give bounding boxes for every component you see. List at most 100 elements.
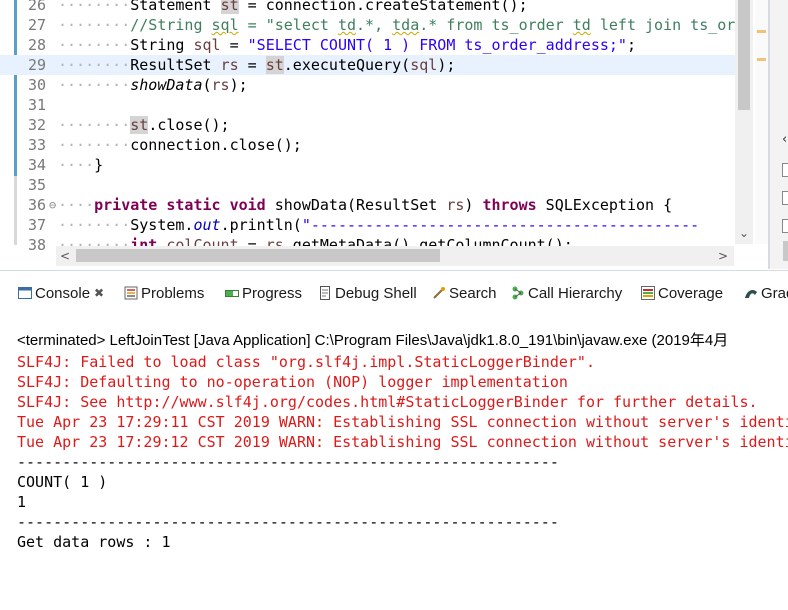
code-token: rs (446, 196, 465, 214)
whitespace-marker: ········ (58, 0, 131, 14)
code-token: = "select (238, 16, 338, 34)
code-line[interactable]: 30 ········showData(rs); (0, 75, 735, 95)
call-hierarchy-icon (511, 286, 525, 300)
line-number: 28 (27, 36, 46, 54)
code-line[interactable]: 32 ········st.close(); (0, 115, 735, 135)
tab-problems[interactable]: Problems (124, 282, 204, 304)
code-token: .close(); (148, 116, 230, 134)
code-line[interactable]: 27 ········//String sql = "select td.*, t… (0, 15, 744, 35)
code-token: ; (626, 36, 636, 54)
tab-debug-shell[interactable]: Debug Shell (318, 282, 417, 304)
tab-label: Console (35, 284, 91, 302)
tab-label: Progress (242, 284, 303, 302)
whitespace-marker: ········ (58, 16, 131, 34)
code-text: ········String sql = "SELECT COUNT( 1 ) … (58, 35, 636, 55)
code-token: st (220, 0, 239, 14)
code-text: ····} (58, 155, 103, 175)
console-error-line[interactable]: SLF4J: Failed to load class "org.slf4j.i… (17, 352, 595, 372)
fold-toggle-icon[interactable]: ⊖ (49, 198, 56, 212)
gradle-icon (744, 286, 758, 300)
console-error-line[interactable]: Tue Apr 23 17:29:12 CST 2019 WARN: Estab… (17, 432, 788, 452)
code-token: .* from ts_order (419, 16, 573, 34)
code-token: st (130, 116, 149, 134)
code-line[interactable]: 33 ········connection.close(); (0, 135, 735, 155)
code-token: left join ts_ord (590, 16, 745, 34)
code-token: st (265, 56, 284, 74)
line-number: 27 (27, 16, 46, 34)
code-token: ( (202, 76, 212, 94)
code-token: sql (211, 16, 239, 34)
code-text: ········System.out.println("------------… (58, 215, 699, 235)
code-token: Statement (130, 0, 221, 14)
whitespace-marker: ········ (58, 216, 131, 234)
code-line[interactable]: 34 ····} (0, 155, 735, 175)
code-editor[interactable]: 26 ········Statement st = connection.crea… (0, 0, 769, 269)
code-line[interactable]: 37 ········System.out.println("----------… (0, 215, 735, 235)
line-number: 32 (27, 116, 46, 134)
code-line[interactable]: 31 (0, 95, 735, 115)
tab-console[interactable]: Console ✖ (18, 282, 104, 304)
console-output-line[interactable]: Get data rows : 1 (17, 532, 171, 552)
tab-label: Problems (141, 284, 205, 302)
chevron-left-icon[interactable]: ‹ (782, 132, 787, 147)
checkbox[interactable] (782, 163, 788, 177)
console-output-line[interactable]: COUNT( 1 ) (17, 472, 107, 492)
close-icon[interactable]: ✖ (94, 286, 104, 300)
tab-coverage[interactable]: Coverage (641, 282, 723, 304)
whitespace-marker: ········ (58, 76, 131, 94)
code-token: = (220, 36, 248, 54)
whitespace-marker: ········ (58, 56, 131, 74)
code-token: ) (464, 196, 483, 214)
console-error-line[interactable]: SLF4J: See http://www.slf4j.org/codes.ht… (17, 392, 758, 412)
code-line[interactable]: 26 ········Statement st = connection.crea… (0, 0, 735, 15)
code-token: rs (211, 76, 230, 94)
code-token: ResultSet (130, 56, 221, 74)
tab-call-hierarchy[interactable]: Call Hierarchy (511, 282, 622, 304)
console-status-line: <terminated> LeftJoinTest [Java Applicat… (17, 332, 729, 349)
code-text: ········st.close(); (58, 115, 230, 135)
tab-search[interactable]: Search (432, 282, 497, 304)
checkbox[interactable] (782, 219, 788, 233)
coverage-icon (641, 286, 655, 300)
console-error-line[interactable]: SLF4J: Defaulting to no-operation (NOP) … (17, 372, 568, 392)
code-token: td (572, 16, 591, 34)
checkbox[interactable] (782, 191, 788, 205)
console-output-line[interactable]: 1 (17, 492, 26, 512)
code-token: .executeQuery( (283, 56, 411, 74)
code-line[interactable]: 28 ········String sql = "SELECT COUNT( 1 … (0, 35, 735, 55)
line-number: 35 (27, 176, 46, 194)
code-line[interactable]: 29 ········ResultSet rs = st.executeQuery… (0, 55, 735, 75)
console-icon (18, 286, 32, 300)
progress-icon (225, 286, 239, 300)
code-text: ········showData(rs); (58, 75, 248, 95)
scroll-left-arrow-icon[interactable]: < (56, 246, 74, 266)
code-text: ····private static void showData(ResultS… (58, 195, 672, 215)
code-token: ); (229, 76, 248, 94)
warning-marker[interactable] (757, 58, 766, 61)
overview-ruler[interactable] (755, 0, 768, 244)
console-output-line[interactable]: ----------------------------------------… (17, 512, 559, 532)
tab-gradle[interactable]: Grad (744, 282, 788, 304)
scroll-down-arrow-icon[interactable]: ⌄ (735, 224, 753, 242)
panel-scroll-thumb[interactable] (783, 241, 788, 261)
code-line[interactable]: 36 ⊖ ····private static void showData(Resu… (0, 195, 735, 215)
editor-vertical-scroll-thumb[interactable] (738, 0, 750, 110)
editor-horizontal-scroll-thumb[interactable] (76, 249, 440, 262)
search-icon (432, 286, 446, 300)
code-token: SQLException { (536, 196, 673, 214)
tab-progress[interactable]: Progress (225, 282, 302, 304)
line-number: 33 (27, 136, 46, 154)
warning-marker[interactable] (757, 30, 766, 33)
code-token: .*, (356, 16, 393, 34)
code-line[interactable]: 35 (0, 175, 735, 195)
code-token: showData(ResultSet (265, 196, 447, 214)
tab-label: Search (449, 284, 497, 302)
console-error-line[interactable]: Tue Apr 23 17:29:11 CST 2019 WARN: Estab… (17, 412, 788, 432)
code-token: = (238, 56, 266, 74)
code-token: "SELECT COUNT( 1 ) FROM ts_order_address… (247, 36, 627, 54)
code-token: rs (220, 56, 239, 74)
line-number: 36 (27, 196, 46, 214)
line-number: 26 (27, 0, 46, 14)
scroll-right-arrow-icon[interactable]: > (714, 246, 732, 266)
console-output-line[interactable]: ----------------------------------------… (17, 452, 559, 472)
